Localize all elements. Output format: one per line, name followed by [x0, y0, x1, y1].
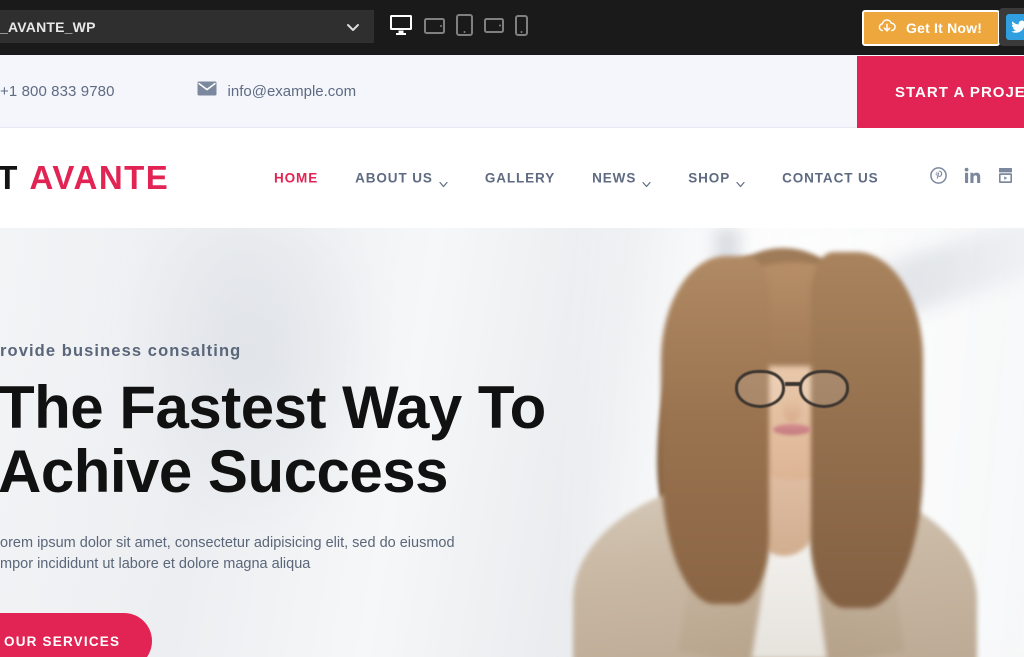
our-services-label: OUR SERVICES	[4, 633, 121, 649]
nav-item-label: GALLERY	[484, 170, 556, 186]
nav-item-label: NEWS	[592, 170, 637, 186]
logo-name: AVANTE	[29, 159, 170, 196]
hero-title-line-1: The Fastest Way To	[0, 374, 546, 441]
twitter-icon	[1006, 14, 1024, 40]
hero-section: rovide business consalting The Fastest W…	[0, 228, 1024, 657]
cloud-download-icon	[877, 18, 897, 39]
pinterest-icon[interactable]	[930, 167, 947, 189]
person-glasses	[735, 370, 853, 410]
chevron-down-icon	[736, 175, 745, 187]
device-preview-switcher	[389, 14, 528, 41]
phone-number[interactable]: +1 800 833 9780	[0, 83, 115, 100]
site-header: LT AVANTE HOME ABOUT US GALLERY NEWS	[0, 128, 1024, 228]
device-tablet-landscape-icon[interactable]	[484, 17, 504, 38]
start-a-project-label: START A PROJECT	[895, 83, 1024, 101]
browser-preview-screen: _AVANTE_WP Get It Now! +1 800 833 9780 i…	[0, 0, 1024, 657]
share-button[interactable]	[999, 8, 1024, 46]
template-select-value: _AVANTE_WP	[0, 18, 96, 35]
chevron-down-icon	[439, 175, 448, 187]
our-services-button[interactable]: + OUR SERVICES	[0, 613, 152, 657]
main-navigation: HOME ABOUT US GALLERY NEWS SHOP CONTACT …	[274, 170, 879, 187]
hero-description-line-2: mpor incididunt ut labore et dolore magn…	[0, 556, 311, 573]
social-links	[930, 167, 1013, 189]
get-it-now-button[interactable]: Get It Now!	[862, 10, 1001, 46]
nav-item-home[interactable]: HOME	[274, 171, 318, 186]
device-tablet-portrait-icon[interactable]	[456, 14, 473, 41]
nav-item-news[interactable]: NEWS	[592, 170, 651, 187]
person-mouth	[773, 424, 811, 435]
envelope-icon	[197, 81, 217, 101]
glasses-lens-right	[799, 370, 849, 408]
device-laptop-icon[interactable]	[424, 16, 445, 40]
person-hair-right	[811, 252, 923, 608]
email-address: info@example.com	[227, 82, 357, 100]
linkedin-icon[interactable]	[964, 167, 981, 189]
topbar-contact-group: +1 800 833 9780 info@example.com	[0, 55, 356, 127]
start-a-project-button[interactable]: START A PROJECT	[857, 56, 1024, 128]
nav-item-label: CONTACT US	[782, 170, 879, 186]
hero-title: The Fastest Way To Achive Success	[0, 374, 546, 506]
preview-toolbar: _AVANTE_WP Get It Now!	[0, 0, 1024, 55]
logo-prefix: LT	[0, 159, 19, 196]
youtube-icon[interactable]	[998, 167, 1013, 189]
hero-subtitle: rovide business consalting	[0, 342, 242, 360]
nav-item-gallery[interactable]: GALLERY	[485, 171, 555, 186]
nav-item-contact-us[interactable]: CONTACT US	[782, 171, 879, 186]
nav-item-label: HOME	[274, 170, 319, 186]
nav-item-shop[interactable]: SHOP	[688, 170, 745, 187]
glasses-lens-left	[735, 370, 785, 408]
hero-description: orem ipsum dolor sit amet, consectetur a…	[0, 533, 455, 575]
glasses-bridge	[785, 382, 801, 386]
nav-item-label: ABOUT US	[355, 170, 433, 186]
site-logo[interactable]: LT AVANTE	[0, 159, 169, 197]
nav-item-about-us[interactable]: ABOUT US	[355, 170, 448, 187]
email-group[interactable]: info@example.com	[197, 81, 357, 101]
hero-title-line-2: Achive Success	[0, 438, 448, 506]
nav-item-label: SHOP	[688, 170, 731, 186]
hero-content: rovide business consalting The Fastest W…	[0, 228, 670, 657]
template-select[interactable]: _AVANTE_WP	[0, 10, 374, 43]
hero-description-line-1: orem ipsum dolor sit amet, consectetur a…	[0, 535, 455, 551]
get-it-now-label: Get It Now!	[906, 20, 983, 36]
device-desktop-icon[interactable]	[389, 14, 413, 41]
device-mobile-icon[interactable]	[515, 14, 528, 41]
chevron-down-icon	[346, 20, 360, 34]
chevron-down-icon	[642, 175, 651, 187]
person-hair-left	[661, 256, 769, 604]
